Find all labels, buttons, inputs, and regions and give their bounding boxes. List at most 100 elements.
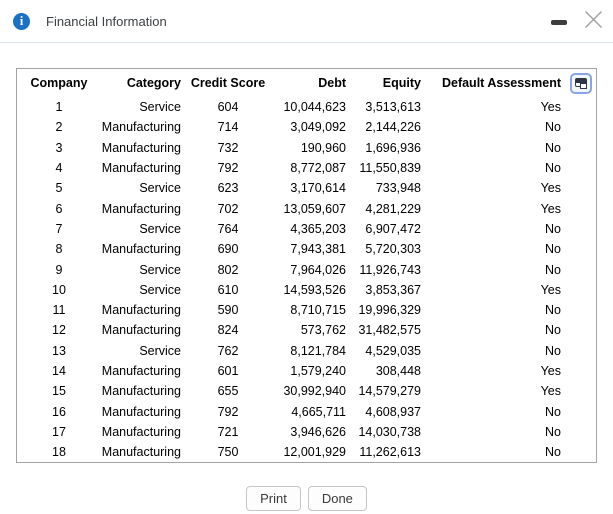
cell-credit-score: 590 (217, 303, 239, 318)
cell-equity: 4,281,229 (365, 201, 421, 216)
cell-default-assessment: Yes (540, 282, 561, 297)
cell-credit-score: 623 (217, 181, 239, 196)
cell-equity: 2,144,226 (365, 120, 421, 135)
cell-debt: 10,044,623 (283, 100, 346, 115)
cell-default-assessment: No (545, 323, 561, 338)
cell-credit-score: 802 (217, 262, 239, 277)
cell-default-assessment: Yes (540, 100, 561, 115)
col-header-company: Company (30, 76, 88, 90)
table-row: 9 Service 802 7,964,026 11,926,743 No (17, 259, 596, 279)
cell-equity: 14,579,279 (358, 384, 421, 399)
cell-default-assessment: No (545, 404, 561, 419)
cell-equity: 11,262,613 (359, 445, 421, 460)
cell-credit-score: 750 (217, 445, 239, 460)
cell-spacer (564, 219, 596, 239)
cell-company: 5 (55, 181, 63, 196)
done-button[interactable]: Done (307, 486, 367, 512)
cell-default-assessment: No (545, 343, 561, 358)
financial-information-dialog: i Financial Information Company Category… (0, 0, 613, 514)
cell-debt: 8,772,087 (290, 161, 346, 176)
print-button[interactable]: Print (246, 486, 301, 512)
info-icon: i (13, 12, 30, 30)
cell-debt: 30,992,940 (283, 384, 346, 399)
table-row: 7 Service 764 4,365,203 6,907,472 No (17, 219, 596, 239)
cell-credit-score: 792 (217, 404, 239, 419)
table-row: 3 Manufacturing 732 190,960 1,696,936 No (17, 138, 596, 158)
close-icon (584, 10, 602, 28)
cell-spacer (564, 259, 596, 279)
cell-default-assessment: Yes (540, 201, 561, 216)
cell-equity: 11,550,839 (359, 161, 421, 176)
cell-debt: 13,059,607 (283, 201, 346, 216)
table-row: 5 Service 623 3,170,614 733,948 Yes (17, 178, 596, 198)
col-header-default-assessment: Default Assessment (441, 76, 561, 90)
cell-company: 16 (52, 404, 66, 419)
cell-category: Service (139, 282, 181, 297)
cell-category: Manufacturing (101, 404, 181, 419)
dialog-titlebar: i Financial Information (0, 0, 613, 43)
cell-credit-score: 690 (217, 242, 239, 257)
col-header-category: Category (126, 76, 181, 90)
cell-spacer (564, 280, 596, 300)
cell-company: 8 (55, 242, 63, 257)
cell-company: 6 (55, 201, 63, 216)
cell-default-assessment: Yes (540, 181, 561, 196)
cell-default-assessment: No (545, 120, 561, 135)
cell-credit-score: 732 (217, 140, 239, 155)
cell-debt: 12,001,929 (283, 445, 346, 460)
cell-spacer (564, 361, 596, 381)
dialog-footer: Print Done (0, 486, 613, 512)
cell-category: Service (139, 343, 181, 358)
cell-default-assessment: No (545, 303, 561, 318)
cell-default-assessment: No (545, 424, 561, 439)
cell-spacer (564, 422, 596, 442)
cell-spacer (564, 138, 596, 158)
cell-spacer (564, 198, 596, 218)
table-row: 14 Manufacturing 601 1,579,240 308,448 Yes (17, 361, 596, 381)
table-corner-cell (564, 69, 596, 97)
table-row: 2 Manufacturing 714 3,049,092 2,144,226 No (17, 117, 596, 137)
cell-spacer (564, 300, 596, 320)
cell-equity: 4,529,035 (365, 343, 421, 358)
cell-category: Manufacturing (101, 242, 181, 257)
cell-credit-score: 792 (217, 161, 239, 176)
close-button[interactable] (581, 7, 605, 31)
cell-credit-score: 714 (217, 120, 239, 135)
table-row: 6 Manufacturing 702 13,059,607 4,281,229 Yes (17, 198, 596, 218)
cell-category: Manufacturing (101, 120, 181, 135)
cell-credit-score: 721 (217, 424, 239, 439)
table-row: 11 Manufacturing 590 8,710,715 19,996,329 No (17, 300, 596, 320)
cell-category: Service (139, 262, 181, 277)
cell-category: Manufacturing (101, 323, 181, 338)
cell-debt: 7,964,026 (290, 262, 346, 277)
cell-debt: 8,121,784 (290, 343, 346, 358)
cell-company: 1 (55, 100, 63, 115)
cell-category: Manufacturing (101, 445, 181, 460)
table-row: 4 Manufacturing 792 8,772,087 11,550,839 No (17, 158, 596, 178)
cell-equity: 3,853,367 (365, 282, 421, 297)
cell-equity: 308,448 (375, 364, 421, 378)
cell-company: 17 (52, 424, 66, 439)
cell-debt: 3,049,092 (290, 120, 346, 135)
window-controls (549, 0, 605, 42)
minimize-button[interactable] (549, 12, 569, 32)
cell-credit-score: 601 (217, 364, 239, 378)
cell-company: 9 (55, 262, 63, 277)
cell-category: Service (139, 221, 181, 236)
cell-spacer (564, 442, 596, 462)
cell-debt: 3,946,626 (290, 424, 346, 439)
table-row: 12 Manufacturing 824 573,762 31,482,575 No (17, 320, 596, 340)
cell-company: 12 (52, 323, 66, 338)
cell-spacer (564, 401, 596, 421)
cell-equity: 14,030,738 (358, 424, 421, 439)
cell-credit-score: 824 (217, 323, 239, 338)
popout-icon (575, 78, 588, 89)
cell-credit-score: 764 (217, 221, 239, 236)
cell-company: 4 (55, 161, 63, 176)
cell-credit-score: 604 (217, 100, 239, 115)
cell-spacer (564, 97, 596, 117)
cell-debt: 4,665,711 (291, 404, 346, 419)
popout-button[interactable] (570, 73, 592, 94)
cell-spacer (564, 158, 596, 178)
cell-category: Manufacturing (101, 424, 181, 439)
